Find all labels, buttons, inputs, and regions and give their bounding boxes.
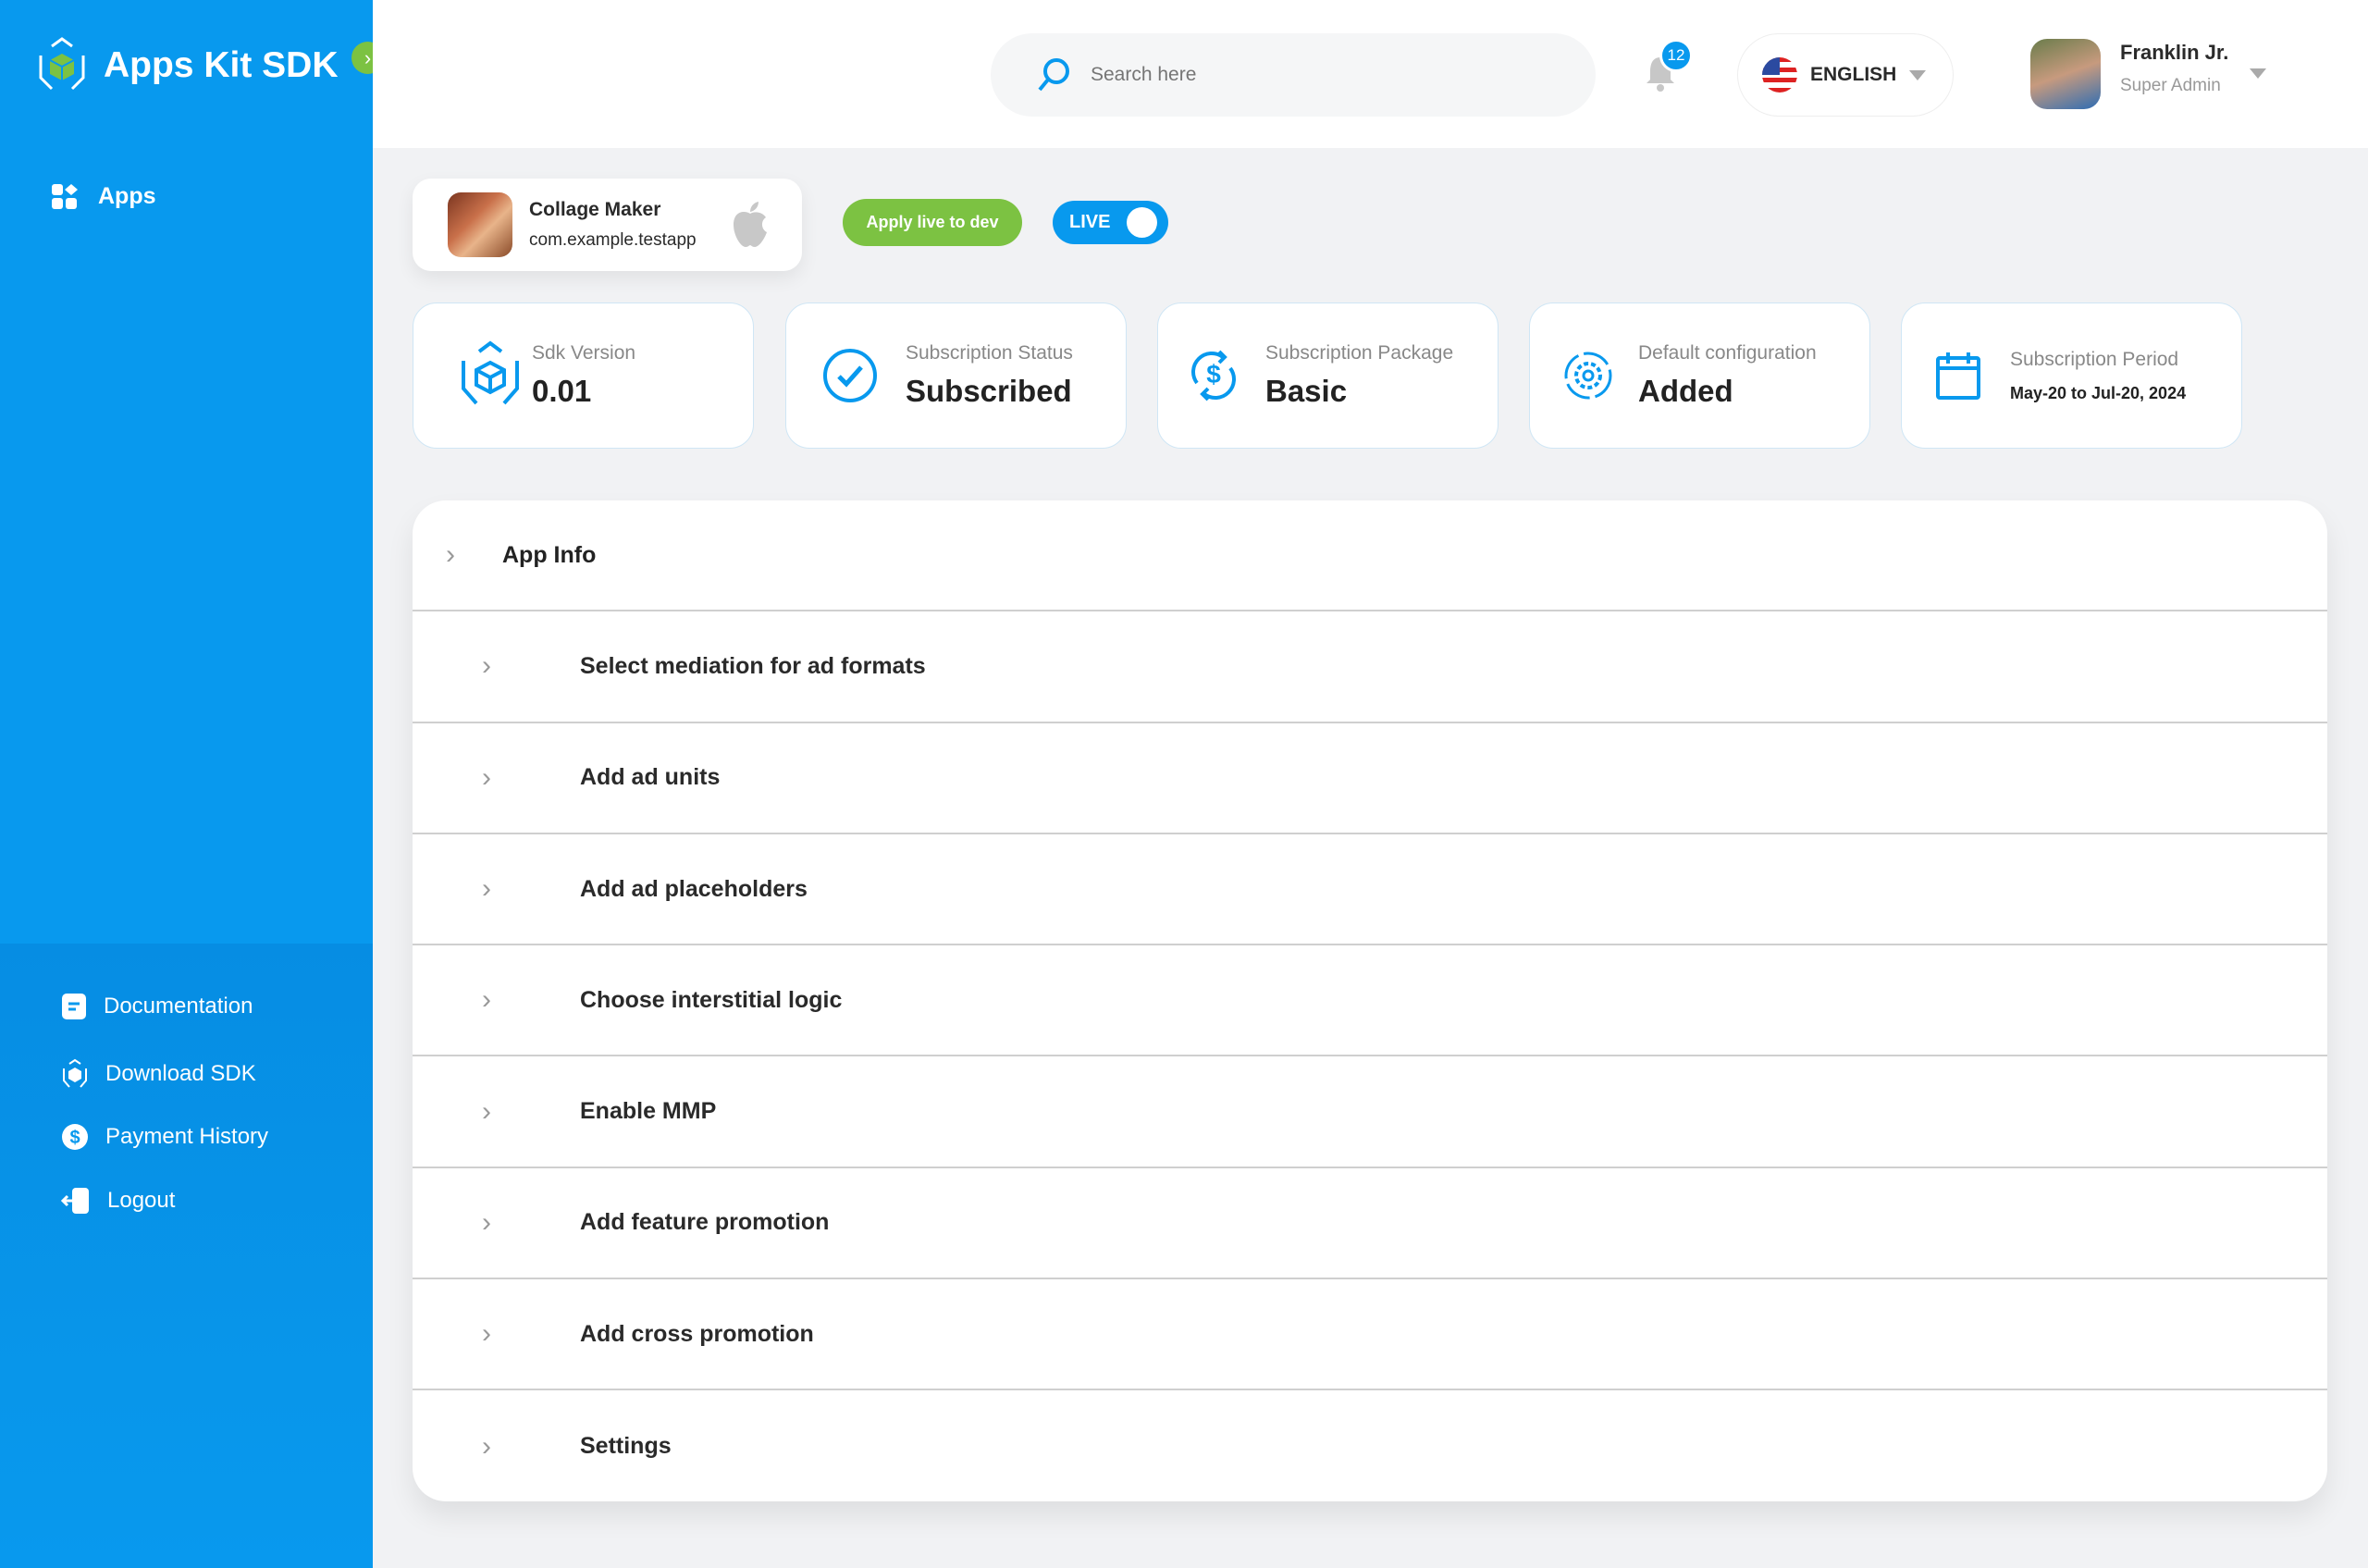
stat-card-sdk-version: Sdk Version 0.01 [413,302,754,449]
sidebar: Apps Kit SDK › Apps Documentation Downlo… [0,0,384,1568]
accordion-item[interactable]: › Add ad units [413,723,2327,834]
stat-value: Basic [1265,374,1348,408]
gear-cycle-icon [1564,352,1612,400]
chevron-right-icon: › [482,650,491,682]
stat-label: Subscription Package [1265,342,1454,364]
language-selector[interactable]: ENGLISH [1737,33,1954,117]
logo[interactable]: Apps Kit SDK [35,37,339,94]
accordion-item[interactable]: › Add feature promotion [413,1168,2327,1280]
calendar-icon [1936,352,1980,400]
chevron-right-icon: › [482,1318,491,1350]
sidebar-item-apps[interactable]: Apps [52,183,156,210]
sidebar-item-documentation[interactable]: Documentation [61,993,253,1020]
stat-value: May-20 to Jul-20, 2024 [2010,383,2187,402]
accordion-item-label: Choose interstitial logic [580,986,843,1013]
dollar-refresh-icon: $ [1191,350,1236,401]
sidebar-item-download-sdk[interactable]: Download SDK [61,1058,256,1090]
accordion-header-app-info[interactable]: › App Info [413,500,2327,612]
search-bar[interactable] [991,33,1596,117]
sidebar-item-label: Logout [107,1188,176,1213]
accordion-item-label: Add ad placeholders [580,875,808,902]
sidebar-item-label: Apps [98,183,156,209]
accordion-title: App Info [502,541,597,568]
app-package: com.example.testapp [529,230,697,250]
app-info-accordion: › App Info › Select mediation for ad forma… [413,500,2327,1501]
chevron-right-icon: › [482,761,491,793]
accordion-item[interactable]: › Add cross promotion [413,1279,2327,1391]
accordion-item[interactable]: › Add ad placeholders [413,834,2327,946]
accordion-item-label: Enable MMP [580,1098,717,1125]
app-icon [448,192,512,257]
apple-icon [733,202,767,247]
chevron-right-icon: › [482,984,491,1016]
sidebar-item-payment-history[interactable]: $ Payment History [61,1123,268,1151]
sdk-cube-icon [462,340,519,405]
stat-label: Default configuration [1638,342,1817,364]
accordion-item-label: Select mediation for ad formats [580,652,926,679]
us-flag-icon [1762,57,1797,93]
toggle-knob [1127,207,1157,238]
stat-value: Subscribed [906,374,1072,408]
sidebar-item-label: Payment History [105,1124,269,1149]
stat-card-subscription-status: Subscription Status Subscribed [785,302,1127,449]
sidebar-item-label: Documentation [104,994,253,1019]
logout-icon [61,1188,89,1214]
accordion-item-label: Add feature promotion [580,1209,830,1236]
logo-icon [39,37,85,91]
chevron-right-icon: › [482,873,491,905]
brand-name: Apps Kit SDK [104,45,339,85]
stat-value: Added [1638,374,1733,408]
stat-card-default-configuration: Default configuration Added [1529,302,1870,449]
chevron-right-icon: › [482,1095,491,1127]
search-icon [1038,58,1069,92]
stat-card-subscription-period: Subscription Period May-20 to Jul-20, 202… [1901,302,2242,449]
live-toggle[interactable]: LIVE [1053,201,1168,244]
sidebar-lower [0,944,373,1568]
notification-badge: 12 [1659,39,1693,72]
app-card[interactable]: Collage Maker com.example.testapp [413,179,802,271]
live-label: LIVE [1069,212,1111,232]
avatar[interactable] [2030,39,2101,109]
chevron-right-icon: › [482,1206,491,1238]
accordion-item-label: Add cross promotion [580,1320,814,1347]
accordion-item-label: Add ad units [580,764,721,791]
search-input[interactable] [1091,64,1535,86]
sdk-icon [63,1058,87,1088]
svg-text:$: $ [1206,360,1221,389]
sidebar-item-label: Download SDK [105,1061,256,1086]
accordion-item[interactable]: › Enable MMP [413,1056,2327,1168]
stat-card-subscription-package: $ Subscription Package Basic [1157,302,1498,449]
stat-label: Subscription Period [2010,348,2179,370]
check-circle-icon [823,349,877,402]
user-menu-chevron-icon[interactable] [2250,68,2266,79]
apply-live-to-dev-button[interactable]: Apply live to dev [843,199,1022,246]
app-name: Collage Maker [529,199,661,220]
stat-value: 0.01 [532,374,592,408]
svg-text:$: $ [69,1128,80,1148]
chevron-right-icon: › [482,1430,491,1462]
accordion-item[interactable]: › Settings [413,1390,2327,1501]
sidebar-item-logout[interactable]: Logout [61,1187,175,1215]
chevron-right-icon: › [446,539,455,571]
stat-label: Sdk Version [532,342,636,364]
accordion-item[interactable]: › Select mediation for ad formats [413,611,2327,723]
accordion-item[interactable]: › Choose interstitial logic [413,945,2327,1057]
stat-label: Subscription Status [906,342,1073,364]
document-icon [62,994,86,1019]
accordion-item-label: Settings [580,1433,672,1460]
user-name: Franklin Jr. [2120,41,2229,64]
chevron-down-icon [1909,69,1927,80]
grid-icon [52,183,78,209]
language-label: ENGLISH [1810,64,1897,85]
user-role: Super Admin [2120,76,2221,95]
dollar-icon: $ [62,1124,88,1150]
